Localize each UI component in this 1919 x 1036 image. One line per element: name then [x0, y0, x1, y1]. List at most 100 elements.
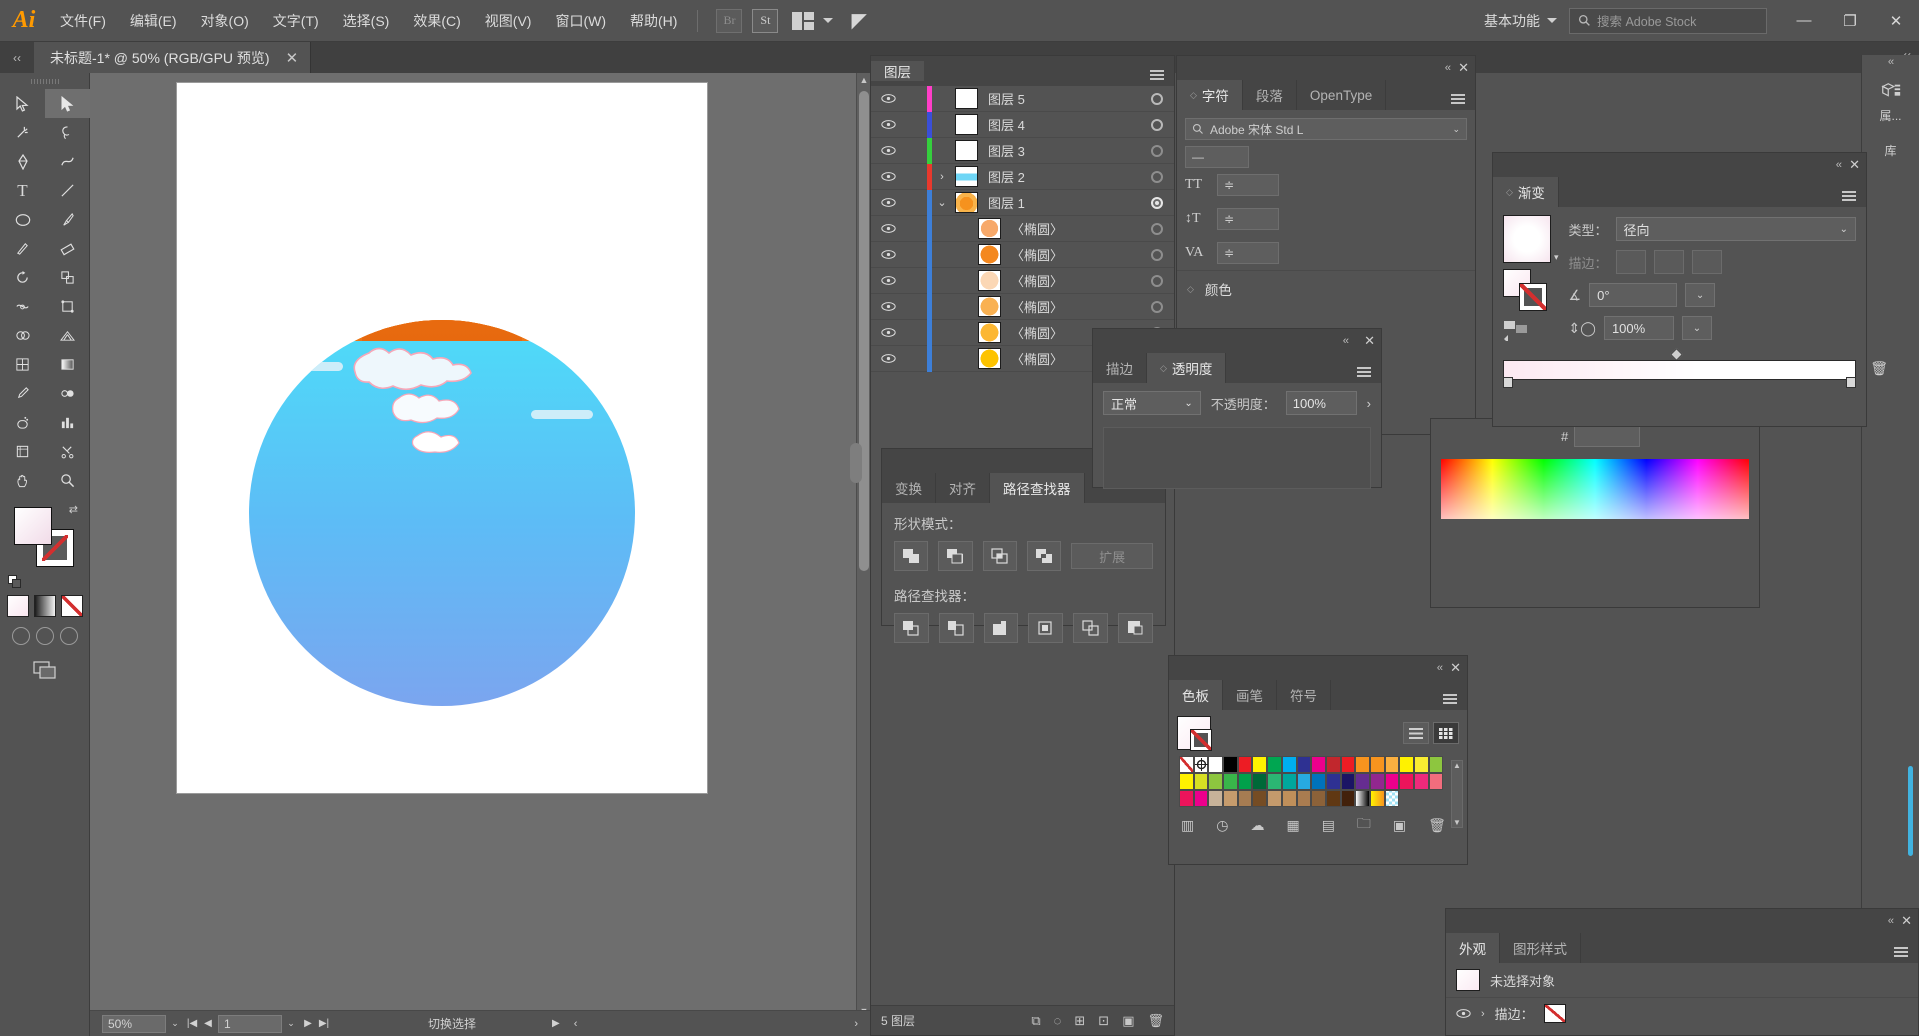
stroke-gradient-within-button[interactable]: [1615, 250, 1646, 274]
arrange-documents-icon[interactable]: [792, 11, 816, 31]
swatch-cell[interactable]: [1340, 773, 1356, 790]
free-transform-tool[interactable]: [45, 292, 90, 321]
blend-tool[interactable]: [45, 379, 90, 408]
layer-row[interactable]: 〈椭圆〉: [871, 241, 1174, 268]
swatch-cell[interactable]: [1384, 756, 1400, 773]
tab-swatches[interactable]: 色板: [1169, 680, 1223, 710]
artboard-chevron-down-icon[interactable]: ⌄: [282, 1015, 300, 1033]
layer-row[interactable]: ⌄ 图层 1: [871, 189, 1174, 216]
type-tool[interactable]: T: [0, 176, 45, 205]
draw-inside-icon[interactable]: [59, 627, 78, 645]
opacity-input[interactable]: 100%: [1285, 391, 1357, 415]
layer-target-indicator[interactable]: [1140, 196, 1174, 209]
swatch-cell[interactable]: [1325, 790, 1341, 807]
bridge-button[interactable]: Br: [716, 8, 743, 33]
font-style-input[interactable]: —: [1185, 146, 1249, 168]
color-themes-icon[interactable]: ☁: [1250, 817, 1264, 834]
tab-layers[interactable]: 图层: [871, 61, 924, 81]
swatches-grid-row-1[interactable]: [1169, 756, 1467, 773]
color-swatch-button[interactable]: [6, 595, 29, 617]
dock-item-libraries[interactable]: 库: [1862, 130, 1919, 165]
tab-character[interactable]: ◇ 字符: [1177, 80, 1243, 110]
swatch-cell[interactable]: [1179, 790, 1194, 807]
delete-gradient-stop-icon[interactable]: 🗑: [1870, 360, 1888, 377]
first-artboard-icon[interactable]: |◀: [184, 1018, 200, 1029]
layer-row[interactable]: › 图层 2: [871, 163, 1174, 190]
new-layer-icon[interactable]: ▣: [1122, 1013, 1134, 1029]
layer-row[interactable]: 图层 4: [871, 111, 1174, 138]
swatch-cell[interactable]: [1193, 790, 1209, 807]
swatch-cell[interactable]: [1208, 756, 1224, 773]
color-spectrum[interactable]: [1441, 459, 1749, 519]
layer-visibility-toggle[interactable]: [871, 249, 905, 260]
new-color-group-icon[interactable]: 🗀: [1357, 813, 1371, 837]
dock-item-properties[interactable]: 属...: [1862, 69, 1919, 130]
perspective-grid-tool[interactable]: [45, 321, 90, 350]
eraser-tool[interactable]: [45, 234, 90, 263]
swatch-cell[interactable]: [1369, 790, 1385, 807]
reverse-gradient-icon[interactable]: [1503, 319, 1529, 344]
swatch-cell[interactable]: [1281, 790, 1297, 807]
stroke-gradient-along-button[interactable]: [1653, 250, 1684, 274]
mesh-tool[interactable]: [0, 350, 45, 379]
swatch-cell[interactable]: [1208, 773, 1224, 790]
swatch-cell[interactable]: [1252, 773, 1268, 790]
swatch-libraries-icon[interactable]: ▥: [1181, 817, 1194, 834]
menu-effect[interactable]: 效果(C): [401, 0, 472, 42]
workspace-switcher[interactable]: 基本功能: [1484, 11, 1540, 31]
swatch-cell[interactable]: [1267, 756, 1282, 773]
swatch-cell[interactable]: [1223, 790, 1238, 807]
layer-disclosure-toggle[interactable]: ⌄: [932, 196, 952, 209]
swatch-cell[interactable]: [1296, 773, 1312, 790]
transparency-thumbnail-area[interactable]: [1103, 427, 1371, 489]
font-family-input[interactable]: Adobe 宋体 Std L ⌄: [1185, 118, 1467, 140]
tab-graphic-styles[interactable]: 图形样式: [1500, 933, 1581, 963]
artboard-tool[interactable]: [0, 437, 45, 466]
menu-file[interactable]: 文件(F): [48, 0, 118, 42]
kerning-input[interactable]: ≑: [1217, 242, 1279, 264]
swatches-grid-row-3[interactable]: [1169, 790, 1467, 807]
swatch-cell[interactable]: [1399, 773, 1414, 790]
font-size-input[interactable]: ≑: [1217, 174, 1279, 196]
gradient-aspect-chevron-down-icon[interactable]: ⌄: [1681, 316, 1712, 340]
layer-target-indicator[interactable]: [1140, 118, 1174, 131]
draw-behind-icon[interactable]: [35, 627, 54, 645]
swatch-cell[interactable]: [1384, 790, 1400, 807]
menu-window[interactable]: 窗口(W): [543, 0, 618, 42]
slice-tool[interactable]: [45, 437, 90, 466]
paintbrush-tool[interactable]: [45, 205, 90, 234]
tab-gradient[interactable]: ◇ 渐变: [1493, 177, 1559, 207]
divide-button[interactable]: [894, 613, 929, 643]
column-graph-tool[interactable]: [45, 408, 90, 437]
trim-button[interactable]: [938, 613, 974, 643]
font-family-chevron-down-icon[interactable]: ⌄: [1452, 124, 1460, 135]
swatches-grid-view-button[interactable]: [1433, 722, 1459, 744]
layer-visibility-toggle[interactable]: [871, 171, 905, 182]
swatch-cell[interactable]: [1208, 790, 1224, 807]
tab-symbols[interactable]: 符号: [1277, 680, 1331, 710]
stock-search-input[interactable]: 搜索 Adobe Stock: [1569, 7, 1767, 34]
create-sublayer-icon[interactable]: ⊞: [1074, 1013, 1085, 1029]
hex-input[interactable]: [1574, 425, 1641, 447]
pen-tool[interactable]: [0, 147, 45, 176]
fill-color-swatch[interactable]: [14, 507, 52, 545]
default-fill-stroke-icon[interactable]: [8, 575, 22, 589]
gradient-angle-chevron-down-icon[interactable]: ⌄: [1685, 283, 1716, 307]
exclude-button[interactable]: [1026, 541, 1062, 571]
swatch-cell[interactable]: [1193, 756, 1209, 773]
curvature-tool[interactable]: [45, 147, 90, 176]
artboard-number-input[interactable]: 1: [218, 1014, 282, 1033]
window-restore-button[interactable]: ❐: [1827, 0, 1873, 42]
gradient-swatch-button[interactable]: [33, 595, 56, 617]
swatches-list-view-button[interactable]: [1403, 722, 1429, 744]
hand-tool[interactable]: [0, 466, 45, 495]
layer-target-indicator[interactable]: [1140, 92, 1174, 105]
tab-transform[interactable]: 变换: [882, 473, 936, 503]
layers-panel-menu-icon[interactable]: [1140, 70, 1174, 72]
swatch-cell[interactable]: [1355, 773, 1370, 790]
menu-help[interactable]: 帮助(H): [618, 0, 689, 42]
layer-target-indicator[interactable]: [1140, 300, 1174, 313]
minus-front-button[interactable]: [938, 541, 973, 571]
layer-visibility-toggle[interactable]: [871, 119, 905, 130]
opacity-expand-arrow-icon[interactable]: ›: [1367, 396, 1371, 411]
